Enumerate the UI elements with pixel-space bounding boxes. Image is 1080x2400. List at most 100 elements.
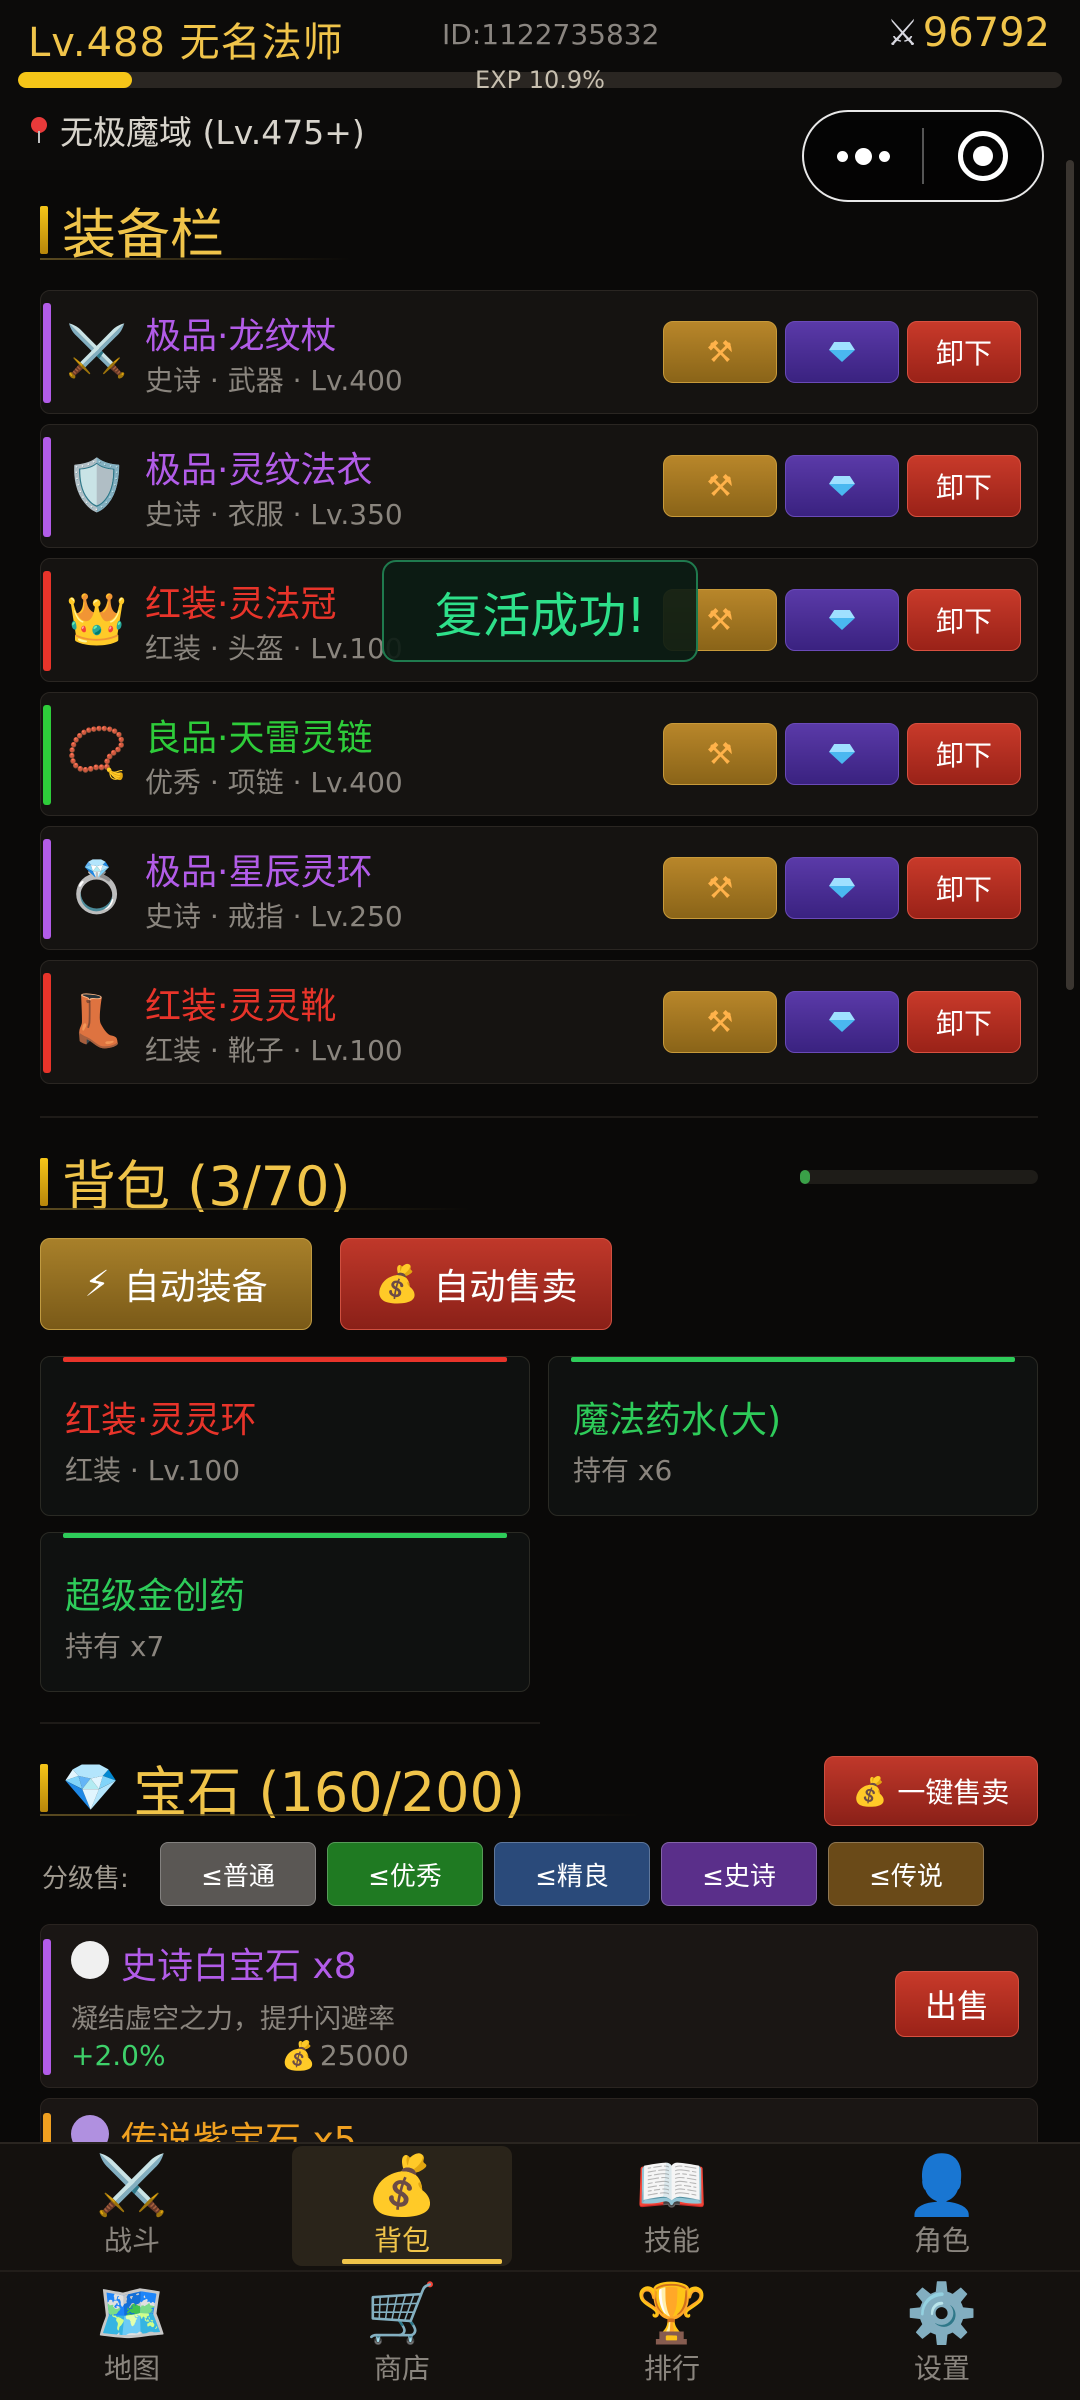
backpack-item-name: 红装·灵灵环 bbox=[65, 1400, 257, 1441]
hammer-icon: ⚒ bbox=[706, 870, 734, 906]
location-pin-icon bbox=[30, 117, 48, 143]
crossed-swords-icon: ⚔ bbox=[886, 12, 919, 54]
gem-icon bbox=[829, 476, 855, 496]
equipment-slot[interactable]: ⚔️ 极品·龙纹杖 史诗 · 武器 · Lv.400 ⚒ 卸下 bbox=[40, 290, 1038, 414]
inlay-gem-button[interactable] bbox=[785, 589, 899, 651]
nav-backpack-label: 背包 bbox=[373, 2224, 430, 2257]
more-dots-icon bbox=[836, 150, 848, 162]
inlay-gem-button[interactable] bbox=[785, 723, 899, 785]
nav-skills[interactable]: 📖 技能 bbox=[562, 2146, 782, 2266]
auto-equip-button[interactable]: ⚡ 自动装备 bbox=[40, 1238, 312, 1330]
gem-price-value: 25000 bbox=[319, 2039, 409, 2072]
hammer-icon: ⚒ bbox=[706, 468, 734, 504]
backpack-item[interactable]: 魔法药水(大) 持有 x6 bbox=[548, 1356, 1038, 1516]
nav-shop-label: 商店 bbox=[373, 2352, 430, 2385]
enhance-button[interactable]: ⚒ bbox=[663, 321, 777, 383]
backpack-item[interactable]: 超级金创药持有 x7 bbox=[40, 1532, 530, 1692]
equipment-slot[interactable]: 📿 良品·天雷灵链 优秀 · 项链 · Lv.400 ⚒ 卸下 bbox=[40, 692, 1038, 816]
backpack-item-meta: 持有 x6 bbox=[573, 1454, 673, 1487]
money-bag-icon: 💰 bbox=[281, 2039, 316, 2072]
unequip-button[interactable]: 卸下 bbox=[907, 991, 1021, 1053]
backpack-capacity-fill bbox=[800, 1170, 811, 1184]
exp-label: EXP 10.9% bbox=[475, 66, 605, 94]
grade-sell-button[interactable]: ≤史诗 bbox=[661, 1842, 817, 1906]
revive-toast: 复活成功! bbox=[382, 560, 698, 662]
equipment-slot[interactable]: 👢 红装·灵灵靴 红装 · 靴子 · Lv.100 ⚒ 卸下 bbox=[40, 960, 1038, 1084]
gem-item[interactable]: 史诗白宝石 x8 凝结虚空之力，提升闪避率 +2.0% 💰 25000 出售 bbox=[40, 1924, 1038, 2088]
player-level-name: Lv.488 无名法师 bbox=[28, 20, 344, 66]
rarity-line bbox=[63, 1533, 507, 1538]
backpack-item-name: 超级金创药 bbox=[65, 1576, 246, 1617]
target-icon bbox=[957, 131, 1008, 181]
unequip-button[interactable]: 卸下 bbox=[907, 455, 1021, 517]
grade-sell-button[interactable]: ≤普通 bbox=[160, 1842, 316, 1906]
person-icon: 👤 bbox=[905, 2151, 979, 2219]
rarity-bar bbox=[43, 705, 51, 805]
gem-bonus: +2.0% bbox=[71, 2039, 166, 2072]
grade-sell-button[interactable]: ≤精良 bbox=[494, 1842, 650, 1906]
gem-description: 凝结虚空之力，提升闪避率 bbox=[71, 2004, 395, 2035]
backpack-item[interactable]: 红装·灵灵环 红装 · Lv.100 bbox=[40, 1356, 530, 1516]
sell-gem-button[interactable]: 出售 bbox=[895, 1971, 1019, 2037]
hammer-icon: ⚒ bbox=[706, 736, 734, 772]
inlay-gem-button[interactable] bbox=[785, 321, 899, 383]
equipment-slot[interactable]: 🛡️ 极品·灵纹法衣 史诗 · 衣服 · Lv.350 ⚒ 卸下 bbox=[40, 424, 1038, 548]
nav-map-label: 地图 bbox=[103, 2352, 160, 2385]
unequip-button[interactable]: 卸下 bbox=[907, 589, 1021, 651]
scrollbar[interactable] bbox=[1066, 160, 1074, 990]
equipment-icon: ⚔️ bbox=[65, 321, 129, 380]
sell-all-gems-button[interactable]: 💰 一键售卖 bbox=[824, 1756, 1038, 1826]
nav-settings[interactable]: ⚙️ 设置 bbox=[832, 2274, 1052, 2394]
current-location[interactable]: 无极魔域 (Lv.475+) bbox=[30, 106, 365, 154]
unequip-button[interactable]: 卸下 bbox=[907, 723, 1021, 785]
grade-sell-button[interactable]: ≤优秀 bbox=[327, 1842, 483, 1906]
equipment-meta: 史诗 · 衣服 · Lv.350 bbox=[145, 498, 403, 531]
auto-sell-button[interactable]: 💰 自动售卖 bbox=[340, 1238, 612, 1330]
bottom-navigation: ⚔️ 战斗 💰 背包 📖 技能 👤 角色 🗺️ 地图 🛒 商店 🏆 排行 ⚙️ 设置 bbox=[0, 2142, 1080, 2400]
rarity-bar bbox=[43, 973, 51, 1073]
equipment-icon: 📿 bbox=[65, 723, 129, 782]
rarity-bar bbox=[43, 571, 51, 671]
unequip-button[interactable]: 卸下 bbox=[907, 321, 1021, 383]
equipment-icon: 👑 bbox=[65, 589, 129, 648]
nav-ranking-label: 排行 bbox=[643, 2352, 700, 2385]
combat-power: ⚔ 96792 bbox=[886, 10, 1050, 56]
money-bag-icon: 💰 bbox=[374, 1264, 420, 1305]
more-menu-button[interactable] bbox=[804, 147, 922, 165]
equipment-meta: 优秀 · 项链 · Lv.400 bbox=[145, 766, 403, 799]
equipment-slot[interactable]: 💍 极品·星辰灵环 史诗 · 戒指 · Lv.250 ⚒ 卸下 bbox=[40, 826, 1038, 950]
cart-icon: 🛒 bbox=[365, 2279, 439, 2347]
equipment-meta: 史诗 · 戒指 · Lv.250 bbox=[145, 900, 403, 933]
nav-shop[interactable]: 🛒 商店 bbox=[292, 2274, 512, 2394]
equipment-icon: 👢 bbox=[65, 991, 129, 1050]
lightning-icon: ⚡ bbox=[84, 1263, 110, 1305]
enhance-button[interactable]: ⚒ bbox=[663, 455, 777, 517]
nav-map[interactable]: 🗺️ 地图 bbox=[22, 2274, 242, 2394]
enhance-button[interactable]: ⚒ bbox=[663, 857, 777, 919]
location-name: 无极魔域 (Lv.475+) bbox=[60, 113, 365, 152]
inlay-gem-button[interactable] bbox=[785, 455, 899, 517]
unequip-button[interactable]: 卸下 bbox=[907, 857, 1021, 919]
rarity-bar bbox=[43, 1939, 51, 2075]
gem-dot-icon bbox=[71, 1941, 109, 1979]
equipment-name: 极品·龙纹杖 bbox=[145, 316, 337, 357]
nav-character[interactable]: 👤 角色 bbox=[832, 2146, 1052, 2266]
inlay-gem-button[interactable] bbox=[785, 857, 899, 919]
rarity-bar bbox=[43, 2113, 51, 2145]
nav-battle[interactable]: ⚔️ 战斗 bbox=[22, 2146, 242, 2266]
nav-backpack[interactable]: 💰 背包 bbox=[292, 2146, 512, 2266]
grade-sell-button[interactable]: ≤传说 bbox=[828, 1842, 984, 1906]
backpack-item-meta: 持有 x7 bbox=[65, 1630, 165, 1663]
inlay-gem-button[interactable] bbox=[785, 991, 899, 1053]
equipment-name: 极品·星辰灵环 bbox=[145, 852, 373, 893]
gem-name: 史诗白宝石 x8 bbox=[121, 1946, 357, 1987]
nav-battle-label: 战斗 bbox=[103, 2224, 160, 2257]
enhance-button[interactable]: ⚒ bbox=[663, 723, 777, 785]
backpack-item-name: 魔法药水(大) bbox=[573, 1400, 782, 1441]
enhance-button[interactable]: ⚒ bbox=[663, 991, 777, 1053]
nav-ranking[interactable]: 🏆 排行 bbox=[562, 2274, 782, 2394]
rarity-bar bbox=[43, 303, 51, 403]
gem-icon bbox=[829, 1012, 855, 1032]
gem-icon bbox=[829, 610, 855, 630]
close-miniprogram-button[interactable] bbox=[924, 131, 1042, 181]
